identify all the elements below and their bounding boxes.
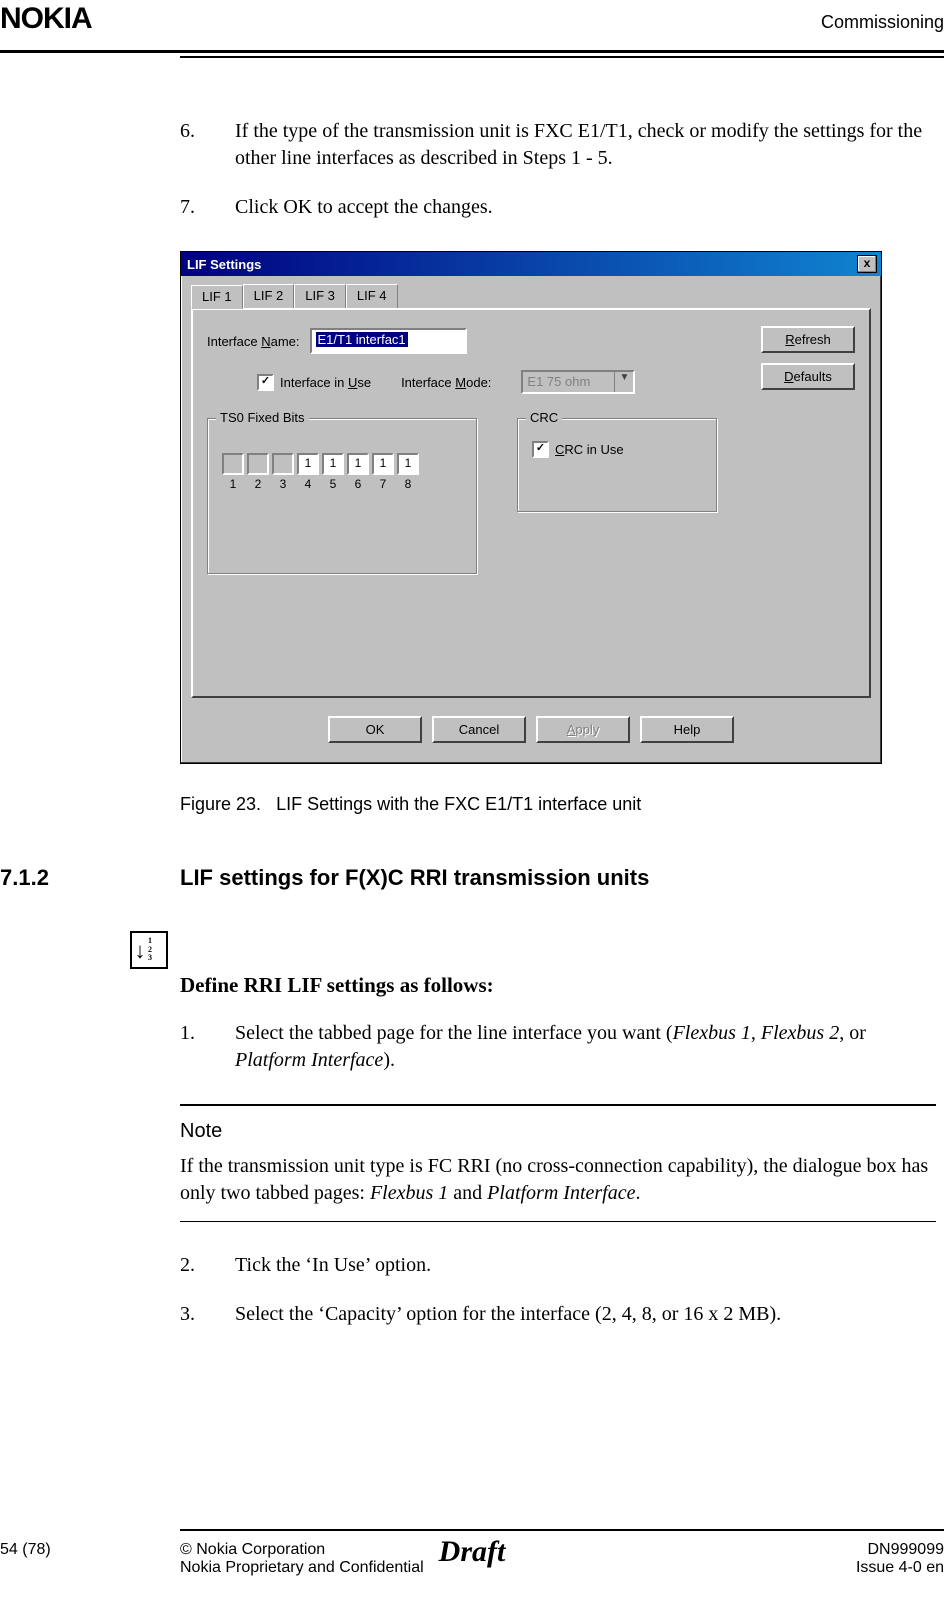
- step-text: Select the tabbed page for the line inte…: [235, 1020, 936, 1074]
- section-title: LIF settings for F(X)C RRI transmission …: [180, 865, 649, 891]
- crc-groupbox: CRC ✓ CRC in Use: [517, 418, 717, 512]
- step-text: Tick the ‘In Use’ option.: [235, 1252, 936, 1279]
- steps-icon: ↓ 1 2 3: [130, 931, 168, 969]
- interface-name-label: Interface Name:: [207, 334, 300, 349]
- tab-lif3[interactable]: LIF 3: [294, 284, 346, 308]
- ts0-bit-1[interactable]: [222, 453, 244, 475]
- tab-strip: LIF 1 LIF 2 LIF 3 LIF 4: [191, 284, 871, 308]
- footer-confidential: Nokia Proprietary and Confidential: [180, 1559, 856, 1577]
- section-number: 7.1.2: [0, 865, 49, 891]
- tab-lif2[interactable]: LIF 2: [243, 284, 295, 308]
- dialog-title: LIF Settings: [185, 257, 857, 272]
- interface-in-use-checkbox[interactable]: ✓ Interface in Use: [257, 374, 371, 391]
- step-text: If the type of the transmission unit is …: [235, 118, 936, 172]
- step-number: 1.: [180, 1020, 235, 1074]
- checkbox-icon: ✓: [257, 374, 274, 391]
- tab-lif1[interactable]: LIF 1: [191, 285, 243, 309]
- step-number: 3.: [180, 1301, 235, 1328]
- crc-label: CRC in Use: [555, 442, 624, 457]
- step-number: 6.: [180, 118, 235, 172]
- header-section: Commissioning: [821, 12, 944, 33]
- note-block: Note If the transmission unit type is FC…: [180, 1104, 936, 1222]
- note-title: Note: [180, 1120, 936, 1143]
- footer-copyright: © Nokia Corporation: [180, 1541, 856, 1559]
- arrow-down-icon: ↓: [132, 933, 148, 967]
- apply-button[interactable]: Apply: [536, 716, 630, 743]
- footer-draft: Draft: [439, 1535, 506, 1569]
- step-number: 7.: [180, 194, 235, 221]
- interface-mode-combo[interactable]: E1 75 ohm ▼: [521, 370, 635, 394]
- ts0-bit-2[interactable]: [247, 453, 269, 475]
- checkbox-icon: ✓: [532, 441, 549, 458]
- interface-mode-label: Interface Mode:: [401, 375, 491, 390]
- tab-lif4[interactable]: LIF 4: [346, 284, 398, 308]
- ts0-label: 5: [322, 477, 344, 491]
- crc-legend: CRC: [526, 410, 562, 425]
- icon-num: 3: [148, 954, 152, 963]
- ts0-bit-8[interactable]: 1: [397, 453, 419, 475]
- refresh-button[interactable]: Refresh: [761, 326, 855, 353]
- ts0-bit-5[interactable]: 1: [322, 453, 344, 475]
- close-button[interactable]: x: [857, 255, 877, 273]
- ts0-label: 2: [247, 477, 269, 491]
- interface-name-input[interactable]: E1/T1 interfac1: [310, 328, 467, 354]
- step-text: Click OK to accept the changes.: [235, 194, 936, 221]
- footer-page: 54 (78): [0, 1541, 180, 1577]
- figure-caption: Figure 23. LIF Settings with the FXC E1/…: [180, 794, 936, 815]
- crc-in-use-checkbox[interactable]: ✓ CRC in Use: [532, 441, 624, 458]
- tab-panel: Refresh Defaults Interface Name: E1/T1 i…: [191, 308, 871, 698]
- note-body: If the transmission unit type is FC RRI …: [180, 1153, 936, 1207]
- define-heading: Define RRI LIF settings as follows:: [180, 973, 936, 998]
- footer-doc: DN999099: [856, 1541, 944, 1559]
- nokia-logo: NOKIA: [0, 2, 92, 36]
- dialog-titlebar: LIF Settings x: [181, 252, 881, 276]
- lif-settings-dialog: LIF Settings x LIF 1 LIF 2 LIF 3 LIF 4 R…: [180, 251, 882, 764]
- ts0-label: 7: [372, 477, 394, 491]
- defaults-button[interactable]: Defaults: [761, 363, 855, 390]
- ts0-bit-7[interactable]: 1: [372, 453, 394, 475]
- ts0-label: 3: [272, 477, 294, 491]
- step-text: Select the ‘Capacity’ option for the int…: [235, 1301, 936, 1328]
- ts0-label: 8: [397, 477, 419, 491]
- interface-mode-value: E1 75 ohm: [523, 372, 614, 392]
- ts0-bit-4[interactable]: 1: [297, 453, 319, 475]
- ts0-label: 1: [222, 477, 244, 491]
- interface-in-use-label: Interface in Use: [280, 375, 371, 390]
- help-button[interactable]: Help: [640, 716, 734, 743]
- ts0-label: 4: [297, 477, 319, 491]
- cancel-button[interactable]: Cancel: [432, 716, 526, 743]
- step-number: 2.: [180, 1252, 235, 1279]
- footer-issue: Issue 4-0 en: [856, 1559, 944, 1577]
- ts0-groupbox: TS0 Fixed Bits 1 2 3 14 15 16 17 18: [207, 418, 477, 574]
- ts0-bit-6[interactable]: 1: [347, 453, 369, 475]
- ts0-bit-3[interactable]: [272, 453, 294, 475]
- ts0-label: 6: [347, 477, 369, 491]
- ok-button[interactable]: OK: [328, 716, 422, 743]
- ts0-legend: TS0 Fixed Bits: [216, 410, 309, 425]
- chevron-down-icon: ▼: [614, 372, 633, 392]
